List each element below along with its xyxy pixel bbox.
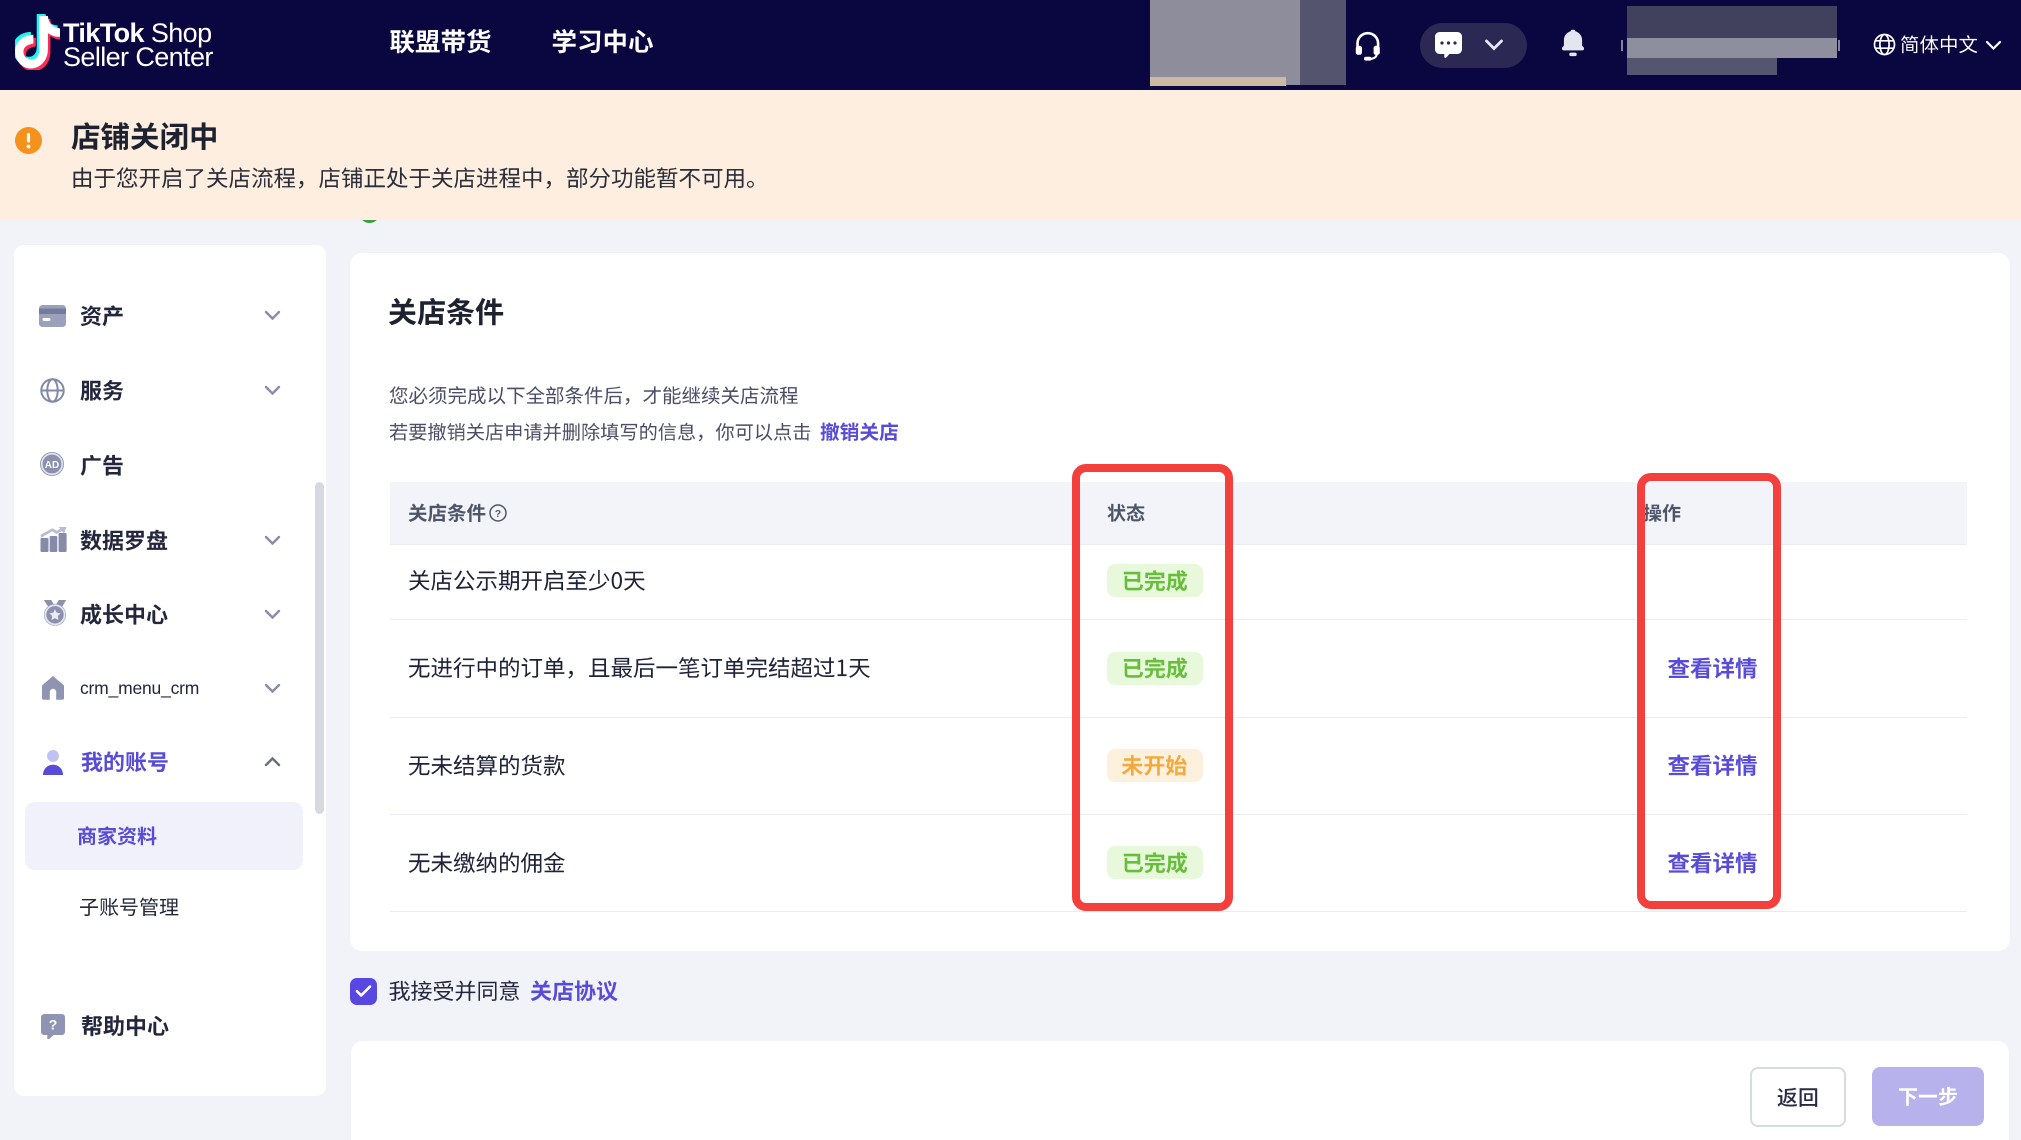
svg-text:?: ? (495, 508, 501, 520)
svg-text:?: ? (49, 1017, 58, 1033)
svg-text:AD: AD (45, 460, 59, 471)
